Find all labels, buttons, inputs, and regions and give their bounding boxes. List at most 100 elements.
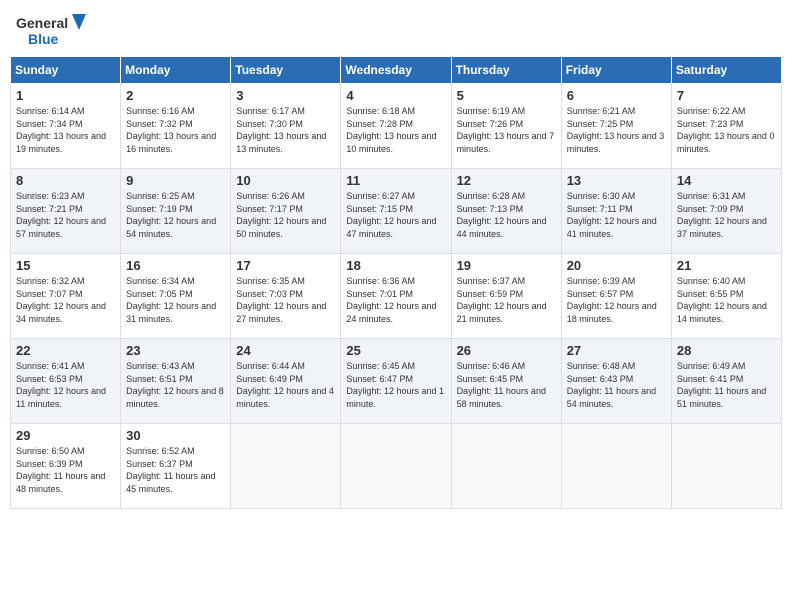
calendar-cell: 20 Sunrise: 6:39 AMSunset: 6:57 PMDaylig… bbox=[561, 254, 671, 339]
calendar-cell: 12 Sunrise: 6:28 AMSunset: 7:13 PMDaylig… bbox=[451, 169, 561, 254]
calendar-cell: 14 Sunrise: 6:31 AMSunset: 7:09 PMDaylig… bbox=[671, 169, 781, 254]
weekday-header-wednesday: Wednesday bbox=[341, 57, 451, 84]
calendar-cell: 13 Sunrise: 6:30 AMSunset: 7:11 PMDaylig… bbox=[561, 169, 671, 254]
calendar-cell: 22 Sunrise: 6:41 AMSunset: 6:53 PMDaylig… bbox=[11, 339, 121, 424]
calendar-cell: 3 Sunrise: 6:17 AMSunset: 7:30 PMDayligh… bbox=[231, 84, 341, 169]
weekday-header-sunday: Sunday bbox=[11, 57, 121, 84]
day-info: Sunrise: 6:45 AMSunset: 6:47 PMDaylight:… bbox=[346, 360, 445, 410]
day-number: 14 bbox=[677, 173, 776, 188]
calendar-cell: 10 Sunrise: 6:26 AMSunset: 7:17 PMDaylig… bbox=[231, 169, 341, 254]
calendar-cell bbox=[451, 424, 561, 509]
day-number: 18 bbox=[346, 258, 445, 273]
day-info: Sunrise: 6:35 AMSunset: 7:03 PMDaylight:… bbox=[236, 275, 335, 325]
day-info: Sunrise: 6:18 AMSunset: 7:28 PMDaylight:… bbox=[346, 105, 445, 155]
calendar-cell: 25 Sunrise: 6:45 AMSunset: 6:47 PMDaylig… bbox=[341, 339, 451, 424]
day-info: Sunrise: 6:21 AMSunset: 7:25 PMDaylight:… bbox=[567, 105, 666, 155]
day-info: Sunrise: 6:46 AMSunset: 6:45 PMDaylight:… bbox=[457, 360, 556, 410]
day-number: 28 bbox=[677, 343, 776, 358]
day-info: Sunrise: 6:32 AMSunset: 7:07 PMDaylight:… bbox=[16, 275, 115, 325]
day-info: Sunrise: 6:41 AMSunset: 6:53 PMDaylight:… bbox=[16, 360, 115, 410]
svg-text:General: General bbox=[16, 15, 68, 31]
day-number: 26 bbox=[457, 343, 556, 358]
calendar-cell: 6 Sunrise: 6:21 AMSunset: 7:25 PMDayligh… bbox=[561, 84, 671, 169]
day-number: 6 bbox=[567, 88, 666, 103]
calendar-cell: 16 Sunrise: 6:34 AMSunset: 7:05 PMDaylig… bbox=[121, 254, 231, 339]
day-info: Sunrise: 6:25 AMSunset: 7:19 PMDaylight:… bbox=[126, 190, 225, 240]
calendar-cell: 26 Sunrise: 6:46 AMSunset: 6:45 PMDaylig… bbox=[451, 339, 561, 424]
day-info: Sunrise: 6:27 AMSunset: 7:15 PMDaylight:… bbox=[346, 190, 445, 240]
day-number: 9 bbox=[126, 173, 225, 188]
day-number: 30 bbox=[126, 428, 225, 443]
day-info: Sunrise: 6:22 AMSunset: 7:23 PMDaylight:… bbox=[677, 105, 776, 155]
calendar-cell: 15 Sunrise: 6:32 AMSunset: 7:07 PMDaylig… bbox=[11, 254, 121, 339]
calendar-cell: 11 Sunrise: 6:27 AMSunset: 7:15 PMDaylig… bbox=[341, 169, 451, 254]
calendar-cell: 9 Sunrise: 6:25 AMSunset: 7:19 PMDayligh… bbox=[121, 169, 231, 254]
day-info: Sunrise: 6:37 AMSunset: 6:59 PMDaylight:… bbox=[457, 275, 556, 325]
week-row-5: 29 Sunrise: 6:50 AMSunset: 6:39 PMDaylig… bbox=[11, 424, 782, 509]
day-number: 8 bbox=[16, 173, 115, 188]
day-number: 22 bbox=[16, 343, 115, 358]
calendar-table: SundayMondayTuesdayWednesdayThursdayFrid… bbox=[10, 56, 782, 509]
weekday-header-monday: Monday bbox=[121, 57, 231, 84]
day-info: Sunrise: 6:43 AMSunset: 6:51 PMDaylight:… bbox=[126, 360, 225, 410]
week-row-4: 22 Sunrise: 6:41 AMSunset: 6:53 PMDaylig… bbox=[11, 339, 782, 424]
calendar-cell: 1 Sunrise: 6:14 AMSunset: 7:34 PMDayligh… bbox=[11, 84, 121, 169]
day-info: Sunrise: 6:14 AMSunset: 7:34 PMDaylight:… bbox=[16, 105, 115, 155]
day-number: 17 bbox=[236, 258, 335, 273]
day-info: Sunrise: 6:30 AMSunset: 7:11 PMDaylight:… bbox=[567, 190, 666, 240]
calendar-cell: 23 Sunrise: 6:43 AMSunset: 6:51 PMDaylig… bbox=[121, 339, 231, 424]
calendar-cell bbox=[561, 424, 671, 509]
logo-icon: GeneralBlue bbox=[14, 10, 94, 50]
svg-text:Blue: Blue bbox=[28, 31, 59, 47]
day-info: Sunrise: 6:23 AMSunset: 7:21 PMDaylight:… bbox=[16, 190, 115, 240]
day-number: 27 bbox=[567, 343, 666, 358]
day-info: Sunrise: 6:50 AMSunset: 6:39 PMDaylight:… bbox=[16, 445, 115, 495]
calendar-cell: 27 Sunrise: 6:48 AMSunset: 6:43 PMDaylig… bbox=[561, 339, 671, 424]
day-number: 25 bbox=[346, 343, 445, 358]
day-info: Sunrise: 6:52 AMSunset: 6:37 PMDaylight:… bbox=[126, 445, 225, 495]
calendar-cell: 8 Sunrise: 6:23 AMSunset: 7:21 PMDayligh… bbox=[11, 169, 121, 254]
day-info: Sunrise: 6:44 AMSunset: 6:49 PMDaylight:… bbox=[236, 360, 335, 410]
week-row-2: 8 Sunrise: 6:23 AMSunset: 7:21 PMDayligh… bbox=[11, 169, 782, 254]
day-info: Sunrise: 6:39 AMSunset: 6:57 PMDaylight:… bbox=[567, 275, 666, 325]
weekday-header-tuesday: Tuesday bbox=[231, 57, 341, 84]
day-number: 15 bbox=[16, 258, 115, 273]
day-number: 7 bbox=[677, 88, 776, 103]
calendar-cell: 7 Sunrise: 6:22 AMSunset: 7:23 PMDayligh… bbox=[671, 84, 781, 169]
calendar-cell: 4 Sunrise: 6:18 AMSunset: 7:28 PMDayligh… bbox=[341, 84, 451, 169]
day-info: Sunrise: 6:17 AMSunset: 7:30 PMDaylight:… bbox=[236, 105, 335, 155]
day-info: Sunrise: 6:19 AMSunset: 7:26 PMDaylight:… bbox=[457, 105, 556, 155]
day-info: Sunrise: 6:31 AMSunset: 7:09 PMDaylight:… bbox=[677, 190, 776, 240]
day-number: 16 bbox=[126, 258, 225, 273]
day-number: 20 bbox=[567, 258, 666, 273]
day-info: Sunrise: 6:34 AMSunset: 7:05 PMDaylight:… bbox=[126, 275, 225, 325]
weekday-header-friday: Friday bbox=[561, 57, 671, 84]
day-number: 13 bbox=[567, 173, 666, 188]
calendar-cell bbox=[671, 424, 781, 509]
calendar-cell: 30 Sunrise: 6:52 AMSunset: 6:37 PMDaylig… bbox=[121, 424, 231, 509]
day-info: Sunrise: 6:49 AMSunset: 6:41 PMDaylight:… bbox=[677, 360, 776, 410]
calendar-cell: 21 Sunrise: 6:40 AMSunset: 6:55 PMDaylig… bbox=[671, 254, 781, 339]
calendar-cell: 18 Sunrise: 6:36 AMSunset: 7:01 PMDaylig… bbox=[341, 254, 451, 339]
page-header: GeneralBlue bbox=[10, 10, 782, 50]
calendar-cell: 17 Sunrise: 6:35 AMSunset: 7:03 PMDaylig… bbox=[231, 254, 341, 339]
day-info: Sunrise: 6:28 AMSunset: 7:13 PMDaylight:… bbox=[457, 190, 556, 240]
weekday-header-saturday: Saturday bbox=[671, 57, 781, 84]
day-number: 29 bbox=[16, 428, 115, 443]
week-row-1: 1 Sunrise: 6:14 AMSunset: 7:34 PMDayligh… bbox=[11, 84, 782, 169]
day-number: 5 bbox=[457, 88, 556, 103]
calendar-cell: 28 Sunrise: 6:49 AMSunset: 6:41 PMDaylig… bbox=[671, 339, 781, 424]
calendar-cell bbox=[341, 424, 451, 509]
calendar-cell: 24 Sunrise: 6:44 AMSunset: 6:49 PMDaylig… bbox=[231, 339, 341, 424]
day-info: Sunrise: 6:26 AMSunset: 7:17 PMDaylight:… bbox=[236, 190, 335, 240]
weekday-header-thursday: Thursday bbox=[451, 57, 561, 84]
week-row-3: 15 Sunrise: 6:32 AMSunset: 7:07 PMDaylig… bbox=[11, 254, 782, 339]
day-number: 1 bbox=[16, 88, 115, 103]
calendar-cell: 29 Sunrise: 6:50 AMSunset: 6:39 PMDaylig… bbox=[11, 424, 121, 509]
day-number: 2 bbox=[126, 88, 225, 103]
day-info: Sunrise: 6:48 AMSunset: 6:43 PMDaylight:… bbox=[567, 360, 666, 410]
day-number: 3 bbox=[236, 88, 335, 103]
calendar-cell: 2 Sunrise: 6:16 AMSunset: 7:32 PMDayligh… bbox=[121, 84, 231, 169]
day-number: 19 bbox=[457, 258, 556, 273]
day-number: 4 bbox=[346, 88, 445, 103]
